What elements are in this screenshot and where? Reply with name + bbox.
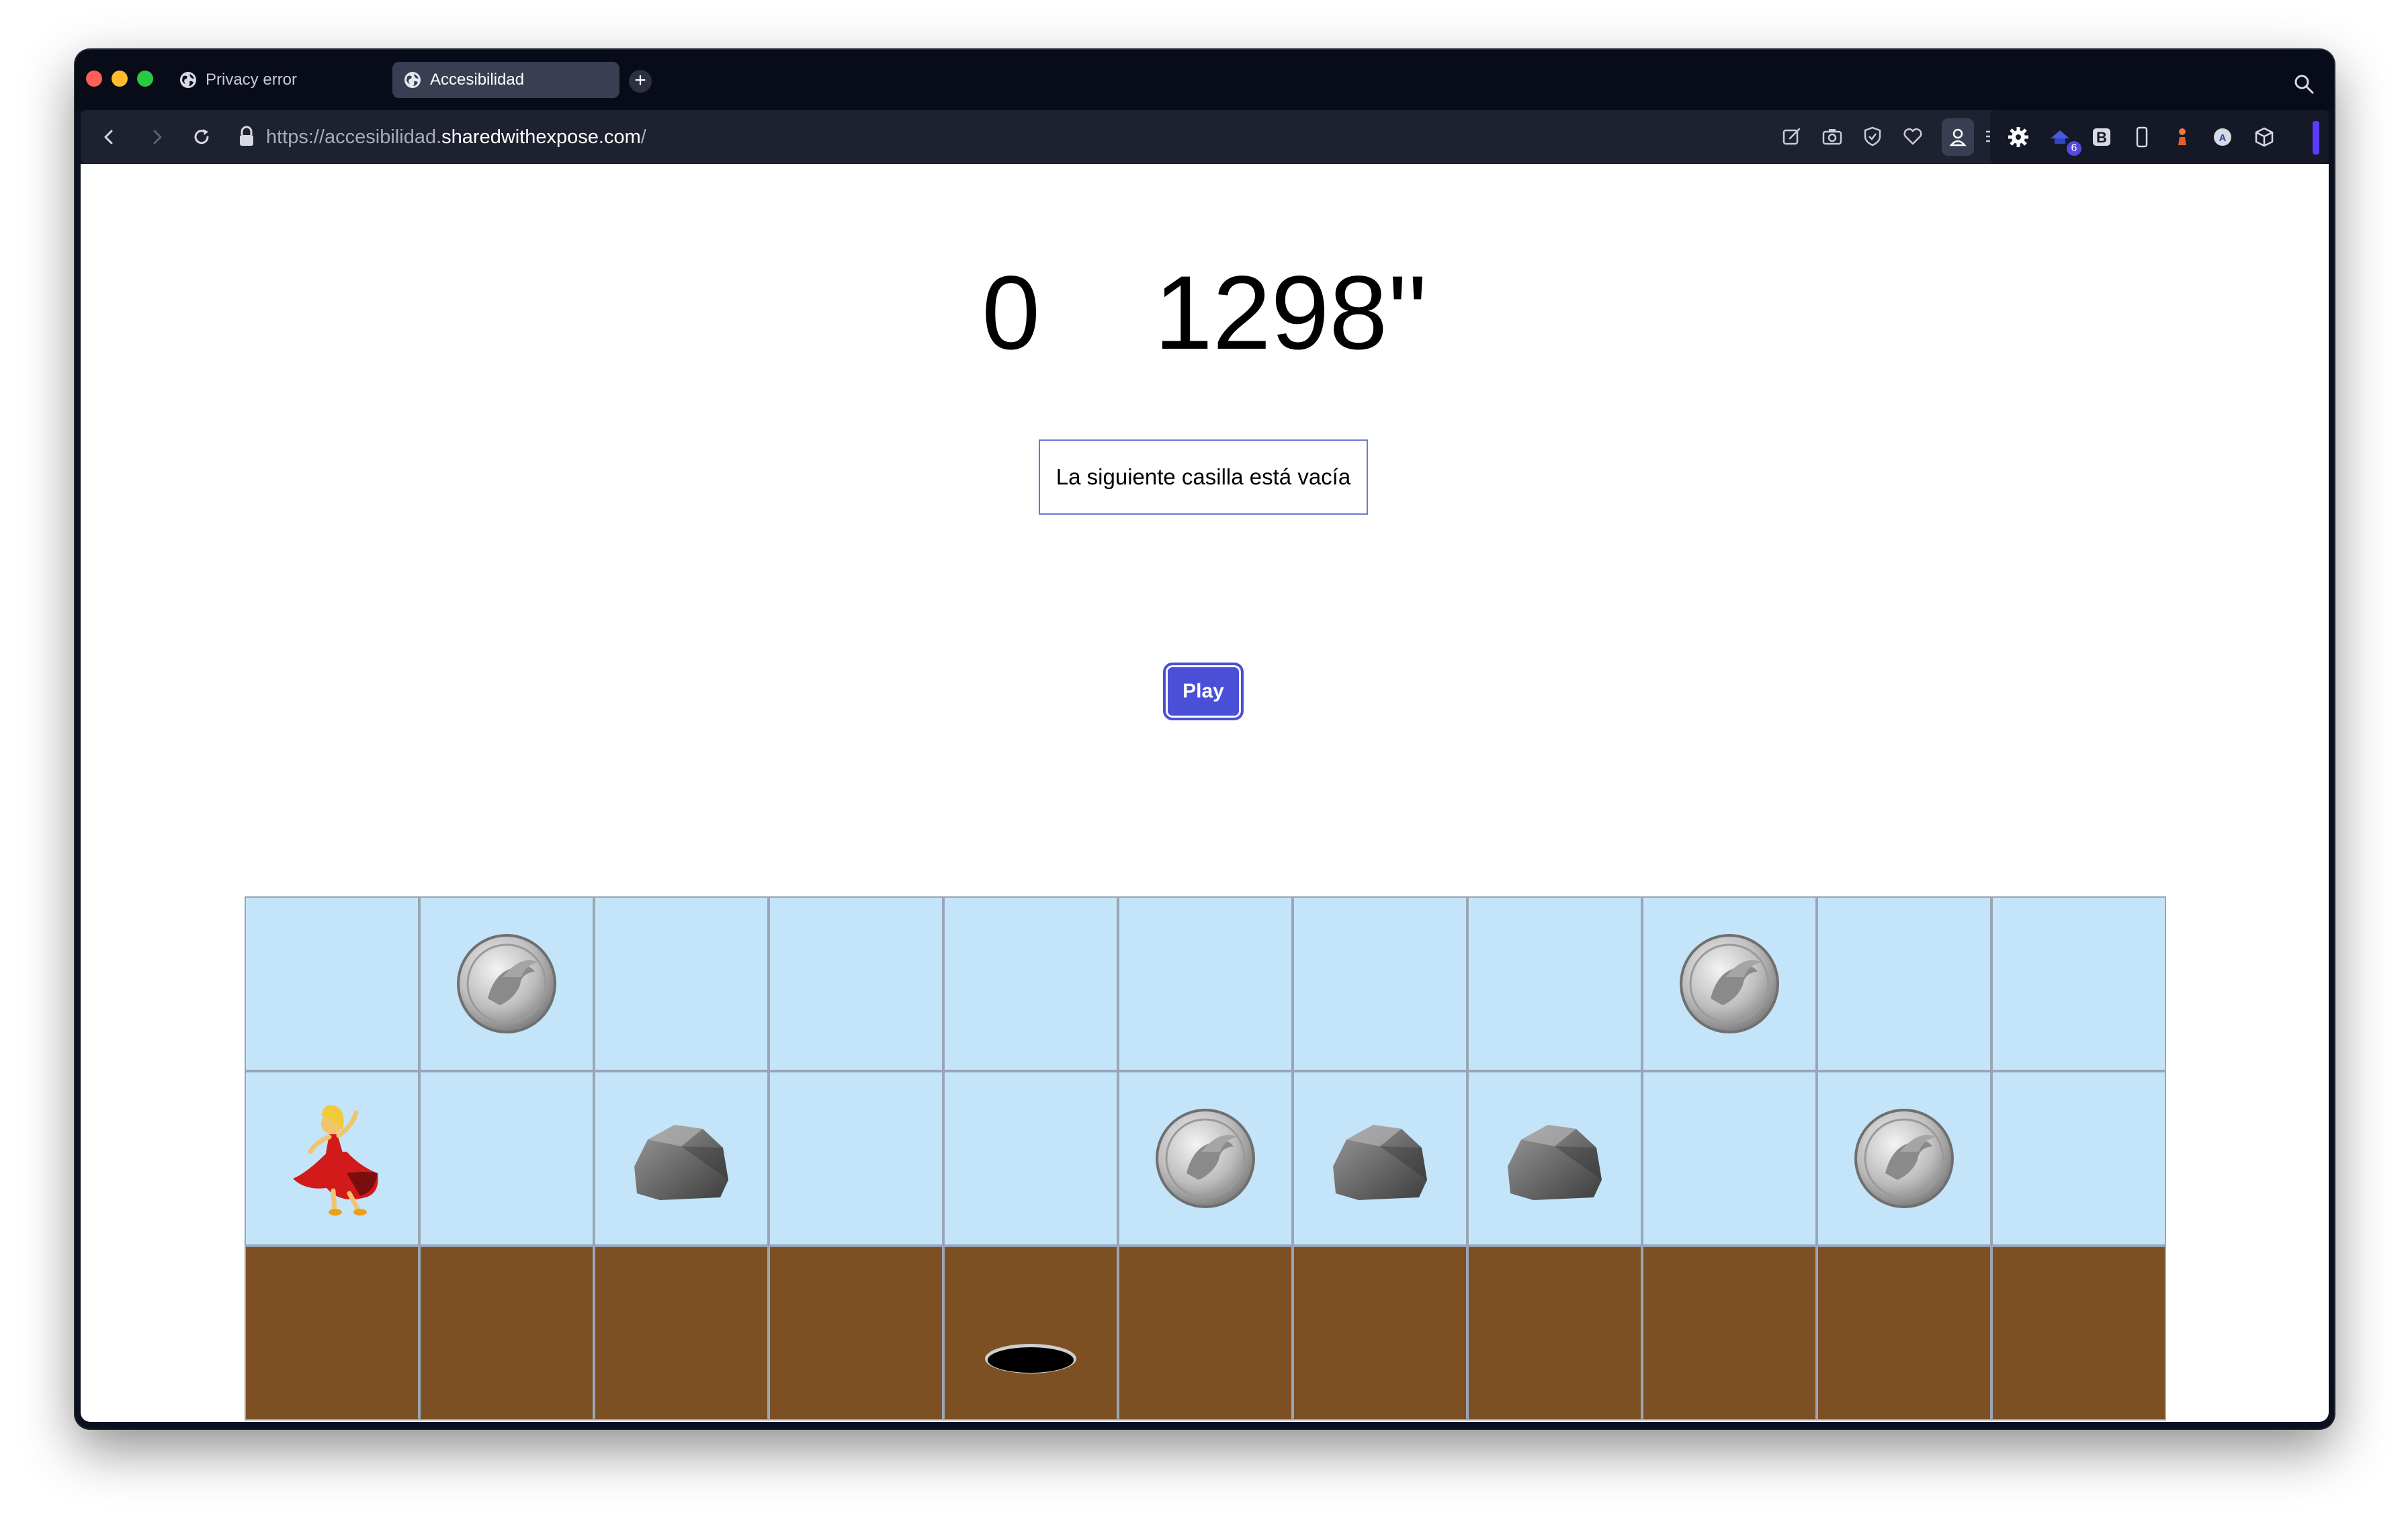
- rock-icon: [1508, 1125, 1602, 1200]
- gear-icon[interactable]: [2006, 125, 2030, 149]
- address-bar[interactable]: https://accesibilidad.sharedwithexpose.c…: [266, 124, 646, 151]
- board-cell: [421, 1072, 593, 1244]
- person-icon: [1949, 128, 1967, 146]
- bold-b-icon[interactable]: B: [2090, 125, 2114, 149]
- chess-piece-icon[interactable]: [2170, 125, 2194, 149]
- tab-title: Privacy error: [206, 71, 298, 89]
- shield-icon[interactable]: [1861, 125, 1884, 148]
- coin-icon: [1854, 1109, 1954, 1208]
- svg-text:A: A: [2219, 132, 2227, 144]
- board-cell: [1993, 1072, 2165, 1244]
- reload-icon[interactable]: [189, 125, 214, 149]
- play-button[interactable]: Play: [1163, 663, 1244, 720]
- board-cell: [1294, 1247, 1466, 1419]
- new-tab-button[interactable]: +: [629, 70, 652, 93]
- lock-icon: [240, 126, 253, 146]
- board-cell: [945, 1247, 1117, 1419]
- board-cell: [770, 898, 942, 1070]
- extension-badge: 6: [2067, 141, 2081, 156]
- board-cell: [945, 1072, 1117, 1244]
- board-cell: [246, 898, 418, 1070]
- board-cell: [1469, 1247, 1641, 1419]
- profile-button[interactable]: [1942, 118, 1974, 156]
- back-icon[interactable]: [97, 125, 121, 149]
- rock-icon: [1333, 1125, 1427, 1200]
- board-cell: [595, 898, 767, 1070]
- board-cell: [1469, 898, 1641, 1070]
- game-board: [245, 896, 2166, 1420]
- globe-icon: [404, 72, 421, 88]
- board-cell: [1469, 1072, 1641, 1244]
- board-cell: [1119, 1247, 1291, 1419]
- close-window-button[interactable]: [86, 71, 102, 87]
- board-cell: [1294, 898, 1466, 1070]
- board-cell: [1119, 1072, 1291, 1244]
- board-cell: [421, 898, 593, 1070]
- search-icon[interactable]: [2292, 73, 2315, 95]
- board-cell: [1643, 1247, 1815, 1419]
- board-cell: [770, 1247, 942, 1419]
- coin-icon: [457, 934, 556, 1033]
- minimize-window-button[interactable]: [112, 71, 128, 87]
- tab-privacy-error[interactable]: Privacy error: [173, 62, 394, 98]
- tab-accesibilidad[interactable]: Accesibilidad: [392, 62, 619, 98]
- board-cell: [595, 1247, 767, 1419]
- translate-icon[interactable]: A: [2210, 125, 2235, 149]
- zoom-window-button[interactable]: [137, 71, 153, 87]
- board-cell: [945, 898, 1117, 1070]
- board-cell: [421, 1247, 593, 1419]
- heart-icon[interactable]: [1901, 125, 1924, 148]
- board-cell: [1119, 898, 1291, 1070]
- svg-text:B: B: [2096, 129, 2107, 146]
- board-cell: [1818, 1247, 1990, 1419]
- board-cell: [1818, 1072, 1990, 1244]
- board-cell: [1643, 1072, 1815, 1244]
- hole-icon: [985, 1344, 1076, 1373]
- board-cell: [246, 1247, 418, 1419]
- board-cell: [1993, 1247, 2165, 1419]
- time-counter: 1298'': [1154, 255, 1428, 372]
- board-cell: [1993, 898, 2165, 1070]
- page-content: 0 1298'' La siguiente casilla está vacía …: [81, 164, 2329, 1422]
- sidebar-accent: [2313, 121, 2319, 155]
- edit-icon[interactable]: [1780, 125, 1803, 148]
- board-cell: [1818, 898, 1990, 1070]
- score-display: 0 1298'': [81, 261, 2329, 366]
- forward-icon[interactable]: [145, 125, 169, 149]
- browser-window: Privacy error Accesibilidad + https://ac…: [75, 50, 2334, 1429]
- board-cell: [246, 1072, 418, 1244]
- tab-title: Accesibilidad: [430, 71, 525, 89]
- board-cell: [595, 1072, 767, 1244]
- board-cell: [1294, 1072, 1466, 1244]
- board-cell: [1643, 898, 1815, 1070]
- phone-icon[interactable]: [2130, 125, 2154, 149]
- tab-strip: Privacy error Accesibilidad +: [75, 50, 2334, 110]
- status-message: La siguiente casilla está vacía: [1039, 439, 1368, 515]
- coin-icon: [1156, 1109, 1255, 1208]
- coin-count: 0: [982, 255, 1041, 372]
- extensions-area: B A: [1990, 110, 2329, 164]
- cube-icon[interactable]: [2252, 125, 2276, 149]
- coin-icon: [1680, 934, 1779, 1033]
- rock-icon: [634, 1125, 728, 1200]
- camera-icon[interactable]: [1821, 125, 1844, 148]
- dancer-icon: [293, 1105, 378, 1216]
- board-cell: [770, 1072, 942, 1244]
- globe-icon: [180, 72, 196, 88]
